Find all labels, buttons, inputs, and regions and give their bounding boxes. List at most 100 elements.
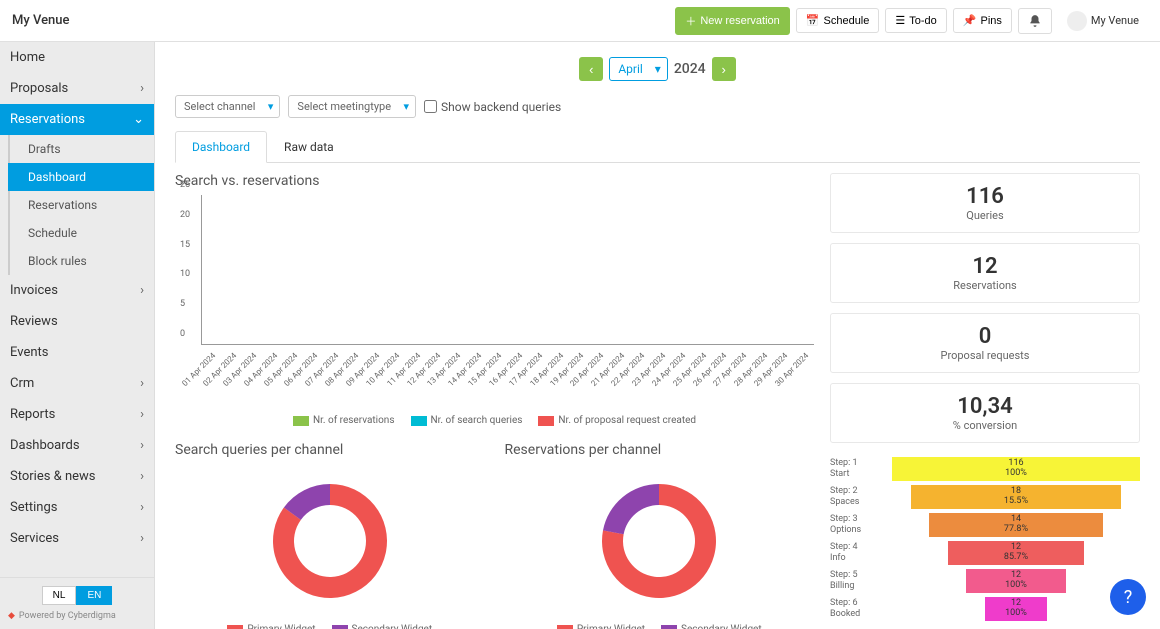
next-month-button[interactable]: › — [712, 57, 736, 81]
stat-value: 116 — [841, 184, 1129, 209]
funnel-step-start: Step: 1Start 116100% — [830, 457, 1140, 481]
backend-queries-checkbox[interactable]: Show backend queries — [424, 100, 561, 114]
brand-title: My Venue — [12, 13, 69, 28]
sidebar-subitem-schedule[interactable]: Schedule — [8, 219, 154, 247]
stat-label: Proposal requests — [841, 349, 1129, 362]
month-select[interactable]: April ▾ — [609, 57, 667, 81]
sidebar-item-reports[interactable]: Reports › — [0, 399, 154, 430]
avatar — [1067, 11, 1087, 31]
sidebar-item-proposals[interactable]: Proposals › — [0, 73, 154, 104]
funnel-step-label: Step: 5Billing — [830, 570, 886, 592]
lang-en-button[interactable]: EN — [76, 586, 112, 605]
sidebar-subitem-dashboard[interactable]: Dashboard — [8, 163, 154, 191]
bar-legend: Nr. of reservations Nr. of search querie… — [175, 415, 814, 426]
sidebar-item-label: Dashboards — [10, 438, 80, 453]
chevron-right-icon: › — [140, 283, 144, 298]
chevron-right-icon: › — [140, 500, 144, 515]
sidebar-item-label: Stories & news — [10, 469, 96, 484]
stat-label: % conversion — [841, 419, 1129, 432]
tab-raw-data[interactable]: Raw data — [267, 131, 351, 163]
donut-chart-reservations — [569, 466, 749, 616]
donut2-title: Reservations per channel — [505, 442, 815, 458]
stat-label: Reservations — [841, 279, 1129, 292]
help-button[interactable]: ? — [1110, 579, 1146, 615]
notifications-button[interactable] — [1018, 8, 1052, 34]
sidebar-item-label: Reports — [10, 407, 55, 422]
chevron-right-icon: › — [140, 407, 144, 422]
stat-card--conversion: 10,34% conversion — [830, 383, 1140, 443]
donut2-legend: Primary Widget Secondary Widget — [505, 624, 815, 629]
sidebar-subitem-block-rules[interactable]: Block rules — [8, 247, 154, 275]
pin-icon: 📌 — [963, 14, 977, 27]
donut1-title: Search queries per channel — [175, 442, 485, 458]
chevron-right-icon: › — [140, 438, 144, 453]
funnel-bar: 12100% — [985, 597, 1047, 621]
bar-chart-title: Search vs. reservations — [175, 173, 814, 189]
chevron-right-icon: › — [721, 62, 725, 77]
stat-card-reservations: 12Reservations — [830, 243, 1140, 303]
powered-by: ◆ Powered by Cyberdigma — [8, 611, 146, 621]
sidebar-item-dashboards[interactable]: Dashboards › — [0, 430, 154, 461]
channel-select[interactable]: Select channel ▾ — [175, 95, 280, 118]
sidebar-item-services[interactable]: Services › — [0, 523, 154, 554]
logo-icon: ◆ — [8, 611, 15, 621]
sidebar-item-label: Events — [10, 345, 48, 360]
funnel-step-label: Step: 1Start — [830, 458, 886, 480]
plus-icon: ＋ — [685, 13, 696, 29]
sidebar-item-settings[interactable]: Settings› — [0, 492, 154, 523]
sidebar-item-label: Crm — [10, 376, 34, 391]
prev-month-button[interactable]: ‹ — [579, 57, 603, 81]
funnel-step-label: Step: 4Info — [830, 542, 886, 564]
sidebar-subitem-reservations[interactable]: Reservations — [8, 191, 154, 219]
tab-dashboard[interactable]: Dashboard — [175, 131, 267, 163]
sidebar-item-label: Services — [10, 531, 59, 546]
chevron-right-icon: › — [140, 81, 144, 96]
funnel-step-booked: Step: 6Booked 12100% — [830, 597, 1140, 621]
sidebar-item-label: Proposals — [10, 81, 68, 96]
stat-value: 10,34 — [841, 394, 1129, 419]
funnel-bar: 1815.5% — [911, 485, 1122, 509]
y-tick: 0 — [180, 329, 185, 339]
stat-card-proposal-requests: 0Proposal requests — [830, 313, 1140, 373]
account-menu[interactable]: My Venue — [1058, 6, 1148, 36]
donut-chart-queries — [240, 466, 420, 616]
chevron-down-icon: ▾ — [404, 100, 410, 113]
sidebar-item-invoices[interactable]: Invoices› — [0, 275, 154, 306]
chevron-down-icon: ▾ — [268, 100, 274, 113]
bell-icon — [1028, 14, 1042, 28]
stat-value: 0 — [841, 324, 1129, 349]
funnel-step-label: Step: 2Spaces — [830, 486, 886, 508]
funnel-bar: 116100% — [892, 457, 1140, 481]
stat-label: Queries — [841, 209, 1129, 222]
y-tick: 25 — [180, 180, 190, 190]
pins-button[interactable]: 📌 Pins — [953, 8, 1012, 33]
sidebar-item-crm[interactable]: Crm› — [0, 368, 154, 399]
chevron-down-icon: ⌄ — [133, 112, 144, 127]
bar-chart: 0510152025 01 Apr 202402 Apr 202403 Apr … — [175, 195, 814, 395]
lang-nl-button[interactable]: NL — [42, 586, 77, 605]
sidebar-item-reservations[interactable]: Reservations⌄ — [0, 104, 154, 135]
chevron-right-icon: › — [140, 469, 144, 484]
sidebar-subitem-drafts[interactable]: Drafts — [8, 135, 154, 163]
funnel-step-info: Step: 4Info 1285.7% — [830, 541, 1140, 565]
schedule-button[interactable]: 📅 Schedule — [796, 8, 880, 33]
question-icon: ? — [1124, 587, 1133, 608]
sidebar-item-label: Home — [10, 50, 45, 65]
funnel-bar: 1477.8% — [929, 513, 1103, 537]
sidebar-item-events[interactable]: Events — [0, 337, 154, 368]
calendar-icon: 📅 — [806, 14, 820, 27]
sidebar-item-reviews[interactable]: Reviews — [0, 306, 154, 337]
sidebar-item-stories-news[interactable]: Stories & news › — [0, 461, 154, 492]
new-reservation-button[interactable]: ＋ New reservation — [675, 7, 789, 35]
funnel-step-label: Step: 3Options — [830, 514, 886, 536]
stat-value: 12 — [841, 254, 1129, 279]
sidebar-item-label: Reviews — [10, 314, 58, 329]
todo-button[interactable]: ☰ To-do — [885, 8, 946, 33]
meetingtype-select[interactable]: Select meetingtype ▾ — [288, 95, 416, 118]
chevron-right-icon: › — [140, 531, 144, 546]
funnel-step-label: Step: 6Booked — [830, 598, 886, 620]
sidebar-item-home[interactable]: Home — [0, 42, 154, 73]
y-tick: 15 — [180, 240, 190, 250]
chevron-down-icon: ▾ — [655, 62, 661, 76]
funnel-step-spaces: Step: 2Spaces 1815.5% — [830, 485, 1140, 509]
